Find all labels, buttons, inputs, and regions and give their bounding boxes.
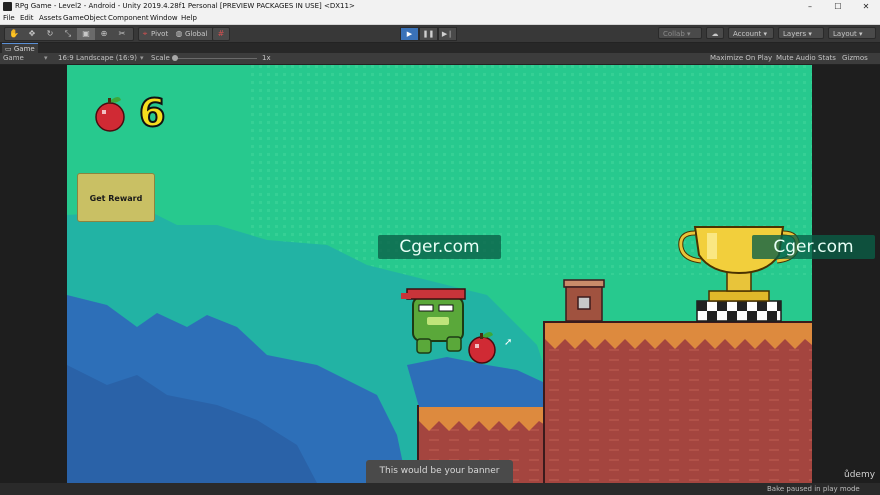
- rect-tool-icon[interactable]: ▣: [77, 28, 95, 40]
- game-view-toolbar: Game ▾ 16:9 Landscape (16:9) ▾ Scale 1x …: [0, 53, 880, 65]
- hand-tool-icon[interactable]: ✋: [5, 28, 23, 40]
- custom-tool-icon[interactable]: ✂: [113, 28, 131, 40]
- globe-icon: ◍: [175, 29, 183, 38]
- step-icon: ▶❘: [441, 30, 454, 38]
- pivot-icon: ⌖: [142, 29, 148, 38]
- transform-tool-icon[interactable]: ⊕: [95, 28, 113, 40]
- tab-game-label: Game: [13, 45, 35, 53]
- display-dropdown[interactable]: Game: [3, 53, 24, 64]
- grid-snap-icon: #: [217, 29, 225, 38]
- gizmos-dropdown[interactable]: Gizmos: [842, 53, 868, 64]
- game-scene: [67, 65, 812, 483]
- cloud-icon: ☁: [711, 30, 719, 38]
- upper-ground-grass: [545, 323, 812, 339]
- step-button[interactable]: ▶❘: [438, 27, 457, 41]
- cloud-button[interactable]: ☁: [706, 27, 724, 39]
- pivot-toggle[interactable]: Pivot: [151, 28, 168, 40]
- global-toggle[interactable]: Global: [185, 28, 207, 40]
- tab-game[interactable]: ▭ Game: [2, 43, 38, 53]
- layers-label: Layers: [783, 30, 807, 38]
- window-title: RPg Game - Level2 - Android - Unity 2019…: [15, 2, 355, 10]
- minimize-button[interactable]: –: [796, 0, 824, 13]
- pivot-toggles: ⌖ Pivot ◍ Global: [138, 27, 218, 41]
- menu-gameobject[interactable]: GameObject: [63, 13, 107, 24]
- play-icon: ▶: [406, 30, 413, 38]
- upper-ground-side: [543, 321, 545, 483]
- watermark-left: Cger.com: [378, 235, 501, 259]
- menu-window[interactable]: Window: [150, 13, 178, 24]
- ad-banner[interactable]: This would be your banner: [366, 460, 513, 483]
- checkpoint-box: [563, 279, 605, 322]
- snap-button[interactable]: #: [212, 27, 230, 41]
- account-label: Account: [733, 30, 762, 38]
- scale-slider-handle[interactable]: [172, 55, 178, 61]
- upper-ground: [545, 323, 812, 483]
- tab-strip: [0, 43, 880, 53]
- menu-file[interactable]: File: [3, 13, 15, 24]
- game-view-icon: ▭: [5, 45, 12, 53]
- move-tool-icon[interactable]: ✥: [23, 28, 41, 40]
- status-bar: Bake paused in play mode ůdemy: [0, 470, 880, 495]
- collab-dropdown[interactable]: Collab ▾: [658, 27, 702, 39]
- chevron-down-icon: ▾: [808, 30, 812, 38]
- menu-bar: File Edit Assets GameObject Component Wi…: [0, 13, 880, 25]
- pause-button[interactable]: ❚❚: [419, 27, 438, 41]
- mute-audio-toggle[interactable]: Mute Audio: [776, 53, 816, 64]
- layout-label: Layout: [833, 30, 857, 38]
- scale-slider-track[interactable]: [175, 58, 257, 59]
- layers-dropdown[interactable]: Layers ▾: [778, 27, 824, 39]
- layout-dropdown[interactable]: Layout ▾: [828, 27, 876, 39]
- maximize-on-play-toggle[interactable]: Maximize On Play: [710, 53, 772, 64]
- unity-logo-icon: [3, 2, 12, 11]
- scale-label: Scale: [151, 54, 170, 62]
- chevron-down-icon: ▾: [140, 54, 144, 62]
- chevron-down-icon: ▾: [763, 30, 768, 38]
- account-dropdown[interactable]: Account ▾: [728, 27, 774, 39]
- main-toolbar: ✋ ✥ ↻ ⤡ ▣ ⊕ ✂ ⌖ Pivot ◍ Global # ▶ ❚❚ ▶❘…: [0, 25, 880, 43]
- play-button[interactable]: ▶: [400, 27, 419, 41]
- get-reward-button[interactable]: Get Reward: [77, 173, 155, 222]
- stats-toggle[interactable]: Stats: [818, 53, 836, 64]
- pause-icon: ❚❚: [422, 30, 435, 38]
- mouse-cursor-icon: ➚: [504, 337, 513, 348]
- chevron-down-icon: ▾: [44, 54, 48, 62]
- udemy-logo: ůdemy: [844, 470, 876, 480]
- scale-tool-icon[interactable]: ⤡: [59, 28, 77, 40]
- scale-value: 1x: [262, 54, 271, 62]
- menu-edit[interactable]: Edit: [20, 13, 34, 24]
- lower-ground-grass: [419, 407, 545, 421]
- rotate-tool-icon[interactable]: ↻: [41, 28, 59, 40]
- maximize-button[interactable]: ☐: [824, 0, 852, 13]
- watermark-right: Cger.com: [752, 235, 875, 259]
- transform-tools: ✋ ✥ ↻ ⤡ ▣ ⊕ ✂: [4, 27, 134, 41]
- apple-count: 6: [138, 90, 166, 136]
- menu-component[interactable]: Component: [108, 13, 149, 24]
- title-bar: RPg Game - Level2 - Android - Unity 2019…: [0, 0, 880, 13]
- menu-help[interactable]: Help: [181, 13, 197, 24]
- aspect-dropdown[interactable]: 16:9 Landscape (16:9): [58, 53, 137, 64]
- status-message: Bake paused in play mode: [767, 485, 860, 493]
- close-button[interactable]: ✕: [852, 0, 880, 13]
- menu-assets[interactable]: Assets: [39, 13, 62, 24]
- game-viewport[interactable]: 6 Get Reward This would be your banner ➚: [67, 65, 812, 483]
- chevron-down-icon: ▾: [859, 30, 863, 38]
